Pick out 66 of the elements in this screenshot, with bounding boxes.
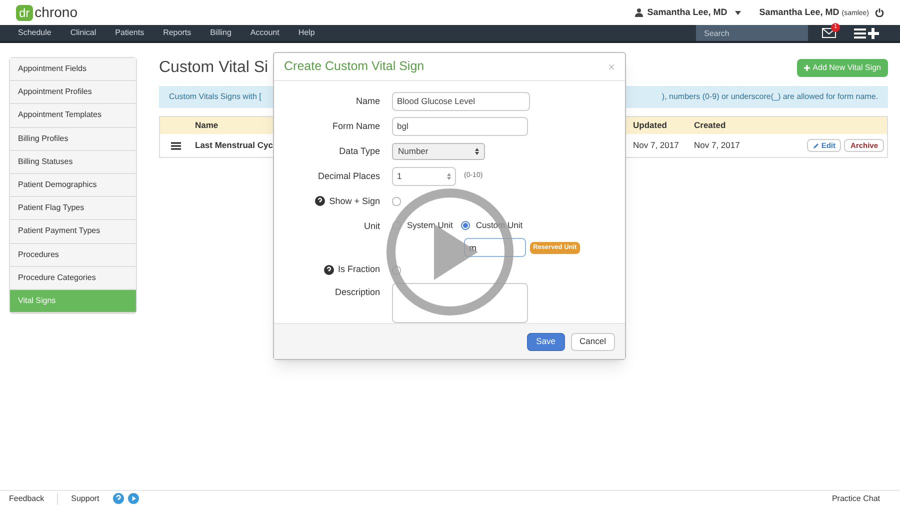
sidebar-item[interactable]: Appointment Profiles [10, 81, 136, 104]
power-icon[interactable] [875, 8, 884, 17]
help-icon[interactable] [113, 493, 124, 504]
page-title: Custom Vital Si [159, 58, 268, 78]
table-cell: Nov 7, 2017 [633, 140, 679, 150]
checkbox[interactable] [392, 196, 401, 206]
practice-chat-link[interactable]: Practice Chat [832, 492, 880, 504]
form-name-field[interactable]: bgl [392, 116, 528, 136]
field-label: Show + Sign [329, 194, 380, 208]
sidebar-item[interactable]: Patient Flag Types [10, 197, 136, 220]
decimal-places-field[interactable]: 1 [392, 166, 456, 186]
sidebar-item[interactable]: Billing Profiles [10, 128, 136, 151]
nav-link[interactable]: Patients [115, 27, 144, 39]
sidebar-item[interactable]: Billing Statuses [10, 150, 136, 174]
description-field[interactable] [392, 283, 528, 324]
info-text: ), numbers (0-9) or underscore(_) are allowed for form name. [662, 91, 878, 103]
nav-link[interactable]: Reports [163, 27, 192, 39]
field-label: Name [356, 94, 380, 108]
field-label: Data Type [339, 144, 380, 158]
info-text: Custom Vitals Signs with [ [169, 91, 262, 103]
sidebar-item[interactable]: Patient Demographics [10, 174, 136, 198]
spinner-arrows-icon [447, 172, 451, 180]
logo-text: chrono [34, 3, 78, 22]
user-menu[interactable]: Samantha Lee, MD [635, 6, 742, 20]
nav-link[interactable]: Schedule [18, 27, 52, 39]
field-label: Description [334, 286, 380, 300]
radio-button[interactable] [460, 221, 470, 230]
modal-title: Create Custom Vital Sign [284, 58, 424, 76]
column-header: Created [694, 119, 726, 132]
data-type-select[interactable]: Number [392, 142, 485, 160]
help-icon [324, 265, 334, 276]
footer-link[interactable]: Feedback [9, 492, 58, 504]
field-label: Is Fraction [338, 263, 380, 276]
field-label: Decimal Places [318, 170, 380, 183]
footer-link[interactable]: Support [58, 492, 100, 504]
field-label: Unit [364, 220, 380, 234]
user-icon [635, 8, 644, 17]
radio-label: System Unit [407, 219, 453, 232]
table-cell: Nov 7, 2017 [694, 139, 740, 152]
caret-icon [735, 10, 742, 14]
plus-icon [804, 65, 810, 71]
search-field[interactable]: Search [696, 25, 808, 41]
menu-plus-icon[interactable] [854, 28, 880, 38]
nav-link[interactable]: Account [250, 27, 280, 39]
column-header: Name [195, 120, 218, 130]
mail-icon[interactable] [822, 28, 836, 38]
play-icon[interactable] [128, 493, 140, 504]
pencil-icon [813, 142, 820, 148]
nav-link[interactable]: Help [298, 27, 315, 39]
field-label: Form Name [332, 120, 380, 133]
table-cell: Last Menstrual Cyc [195, 140, 273, 150]
sidebar-item[interactable]: Appointment Fields [10, 58, 136, 82]
name-field[interactable]: Blood Glucose Level [392, 92, 530, 111]
select-arrows-icon [475, 148, 479, 155]
logo-mark: dr [16, 4, 33, 20]
sidebar-item[interactable]: Patient Payment Types [10, 220, 136, 244]
nav-link[interactable]: Billing [210, 27, 232, 39]
nav-link[interactable]: Clinical [70, 27, 96, 39]
drag-handle-icon[interactable] [171, 142, 181, 150]
column-header: Updated [633, 120, 667, 130]
sidebar-item[interactable]: Appointment Templates [10, 104, 136, 128]
sidebar-item[interactable]: Procedures [10, 244, 136, 267]
cancel-button[interactable]: Cancel [570, 332, 615, 351]
save-button[interactable]: Save [527, 332, 565, 351]
help-icon [315, 196, 326, 206]
sidebar-item[interactable]: Procedure Categories [10, 266, 136, 290]
